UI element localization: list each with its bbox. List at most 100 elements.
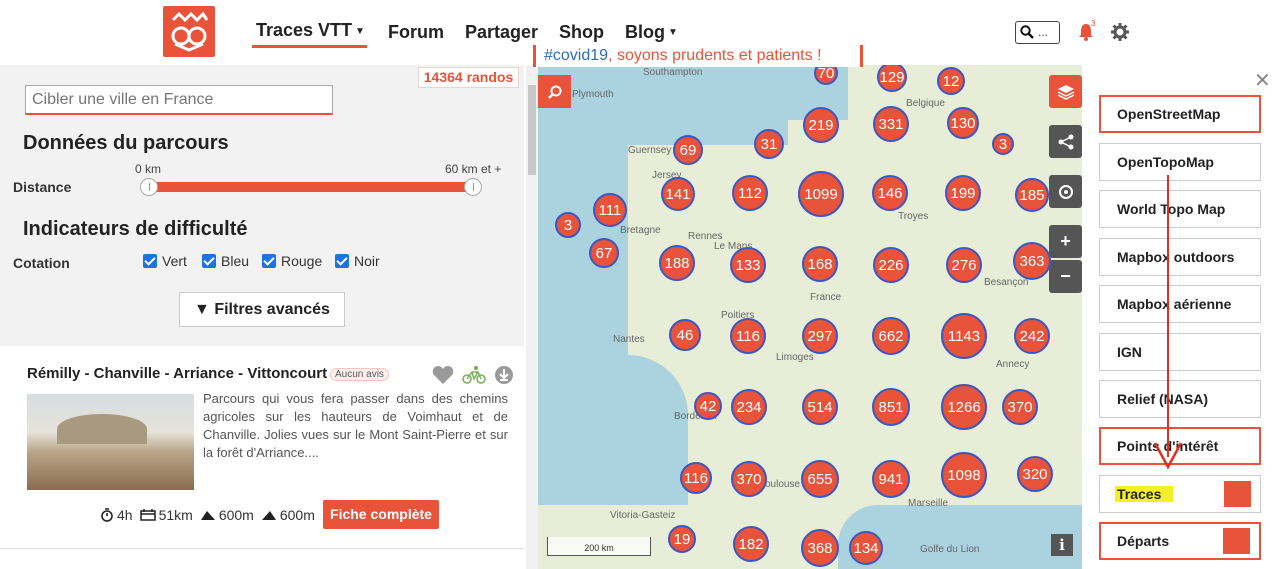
trace-cluster-marker[interactable]: 111 — [593, 193, 627, 227]
map-place-label: France — [810, 292, 842, 303]
nav-partager[interactable]: Partager — [465, 22, 538, 47]
scrollbar-thumb[interactable] — [528, 85, 536, 175]
trace-cluster-marker[interactable]: 234 — [731, 389, 767, 425]
trace-cluster-marker[interactable]: 363 — [1013, 242, 1051, 280]
map-scale: 200 km — [547, 537, 651, 556]
nav-forum[interactable]: Forum — [388, 22, 444, 47]
trace-cluster-marker[interactable]: 1098 — [941, 452, 987, 498]
zoom-out-button[interactable]: − — [1049, 260, 1082, 293]
map-view[interactable]: Bordeaux Toulouse Vitoria-Gasteiz Golfe du … — [538, 65, 1082, 569]
nav-shop[interactable]: Shop — [559, 22, 604, 47]
trace-cluster-marker[interactable]: 141 — [661, 177, 695, 211]
checkbox-bleu[interactable]: Bleu — [202, 253, 249, 269]
chevron-down-icon: ▼ — [355, 25, 365, 37]
trace-cluster-marker[interactable]: 12 — [937, 67, 965, 95]
gear-icon[interactable] — [1111, 23, 1129, 41]
trace-cluster-marker[interactable]: 146 — [872, 175, 908, 211]
checkbox-label: Noir — [354, 253, 380, 269]
trace-cluster-marker[interactable]: 1266 — [941, 384, 987, 430]
map-place-label: Bretagne — [620, 225, 661, 236]
zoom-in-button[interactable]: + — [1049, 225, 1082, 258]
trace-cluster-marker[interactable]: 1143 — [941, 313, 987, 359]
trace-cluster-marker[interactable]: 19 — [668, 525, 696, 553]
trace-cluster-marker[interactable]: 370 — [731, 461, 767, 497]
layers-button[interactable] — [1049, 75, 1082, 108]
covid-hashtag[interactable]: #covid19 — [544, 47, 608, 64]
bike-icon[interactable] — [462, 365, 486, 385]
layer-departs[interactable]: Départs — [1099, 522, 1261, 560]
city-search-input[interactable] — [25, 85, 333, 115]
checkbox-noir[interactable]: Noir — [335, 253, 380, 269]
checkbox-vert[interactable]: Vert — [143, 253, 187, 269]
distance-label: Distance — [13, 179, 72, 195]
trace-cluster-marker[interactable]: 134 — [849, 531, 883, 565]
trace-cluster-marker[interactable]: 242 — [1014, 318, 1050, 354]
trace-cluster-marker[interactable]: 168 — [802, 246, 838, 282]
route-card-title[interactable]: Rémilly - Chanville - Arriance - Vittonc… — [27, 365, 327, 382]
left-panel-scrollbar[interactable] — [526, 65, 538, 569]
trace-cluster-marker[interactable]: 130 — [947, 107, 979, 139]
distance-range-track[interactable] — [148, 182, 474, 192]
trace-cluster-marker[interactable]: 297 — [802, 318, 838, 354]
trace-cluster-marker[interactable]: 370 — [1002, 389, 1038, 425]
nav-traces-vtt[interactable]: Traces VTT ▼ — [252, 20, 367, 48]
ascent-icon — [200, 511, 215, 520]
main-nav: Traces VTT ▼ Forum Partager Shop Blog ▼ — [252, 20, 699, 48]
trace-cluster-marker[interactable]: 655 — [801, 460, 839, 498]
trace-cluster-marker[interactable]: 320 — [1017, 456, 1053, 492]
distance-max-handle[interactable] — [464, 178, 482, 196]
checkbox-checked-icon[interactable] — [202, 254, 216, 268]
route-thumbnail[interactable] — [27, 394, 194, 490]
trace-cluster-marker[interactable]: 31 — [754, 129, 784, 159]
site-search-input[interactable]: ... — [1015, 21, 1060, 44]
checkbox-checked-icon[interactable] — [143, 254, 157, 268]
trace-cluster-marker[interactable]: 112 — [732, 175, 768, 211]
trace-cluster-marker[interactable]: 116 — [730, 318, 766, 354]
trace-cluster-marker[interactable]: 3 — [555, 212, 581, 238]
trace-cluster-marker[interactable]: 46 — [669, 319, 701, 351]
trace-cluster-marker[interactable]: 42 — [694, 392, 722, 420]
trace-cluster-marker[interactable]: 3 — [992, 133, 1014, 155]
trace-cluster-marker[interactable]: 129 — [877, 65, 907, 92]
trace-cluster-marker[interactable]: 941 — [872, 460, 910, 498]
checkbox-rouge[interactable]: Rouge — [262, 253, 322, 269]
map-place-label: Limoges — [776, 352, 814, 363]
trace-cluster-marker[interactable]: 185 — [1015, 178, 1049, 212]
nav-blog[interactable]: Blog ▼ — [625, 22, 678, 47]
map-place-label: Belgique — [906, 98, 945, 109]
site-logo-icon — [1223, 528, 1250, 554]
trace-cluster-marker[interactable]: 133 — [730, 247, 766, 283]
layer-traces[interactable]: Traces — [1099, 475, 1261, 513]
trace-cluster-marker[interactable]: 331 — [873, 106, 909, 142]
trace-cluster-marker[interactable]: 182 — [733, 526, 769, 562]
heart-icon[interactable] — [432, 365, 454, 385]
trace-cluster-marker[interactable]: 67 — [589, 238, 619, 268]
trace-cluster-marker[interactable]: 199 — [945, 175, 981, 211]
checkbox-checked-icon[interactable] — [262, 254, 276, 268]
trace-cluster-marker[interactable]: 226 — [873, 247, 909, 283]
trace-cluster-marker[interactable]: 851 — [872, 388, 910, 426]
map-search-button[interactable] — [538, 75, 571, 108]
locate-button[interactable] — [1049, 175, 1082, 208]
checkbox-checked-icon[interactable] — [335, 254, 349, 268]
trace-cluster-marker[interactable]: 1099 — [798, 171, 844, 217]
close-icon[interactable]: ✕ — [1254, 68, 1271, 93]
full-sheet-button[interactable]: Fiche complète — [323, 500, 439, 529]
trace-cluster-marker[interactable]: 662 — [872, 317, 910, 355]
advanced-filters-button[interactable]: ▼ Filtres avancés — [179, 292, 345, 327]
site-logo[interactable] — [163, 6, 215, 57]
map-info-button[interactable]: i — [1051, 534, 1073, 556]
trace-cluster-marker[interactable]: 368 — [801, 529, 839, 567]
trace-cluster-marker[interactable]: 116 — [680, 462, 712, 494]
map-place-label: Rennes — [688, 231, 723, 242]
trace-cluster-marker[interactable]: 188 — [659, 245, 695, 281]
trace-cluster-marker[interactable]: 276 — [946, 247, 982, 283]
layer-openstreetmap[interactable]: OpenStreetMap — [1099, 95, 1261, 133]
share-button[interactable] — [1049, 125, 1082, 158]
trace-cluster-marker[interactable]: 219 — [803, 107, 839, 143]
trace-cluster-marker[interactable]: 69 — [673, 135, 703, 165]
trace-cluster-marker[interactable]: 514 — [802, 389, 838, 425]
distance-min-handle[interactable] — [140, 178, 158, 196]
layers-icon — [1057, 84, 1074, 100]
download-icon[interactable] — [494, 365, 514, 385]
